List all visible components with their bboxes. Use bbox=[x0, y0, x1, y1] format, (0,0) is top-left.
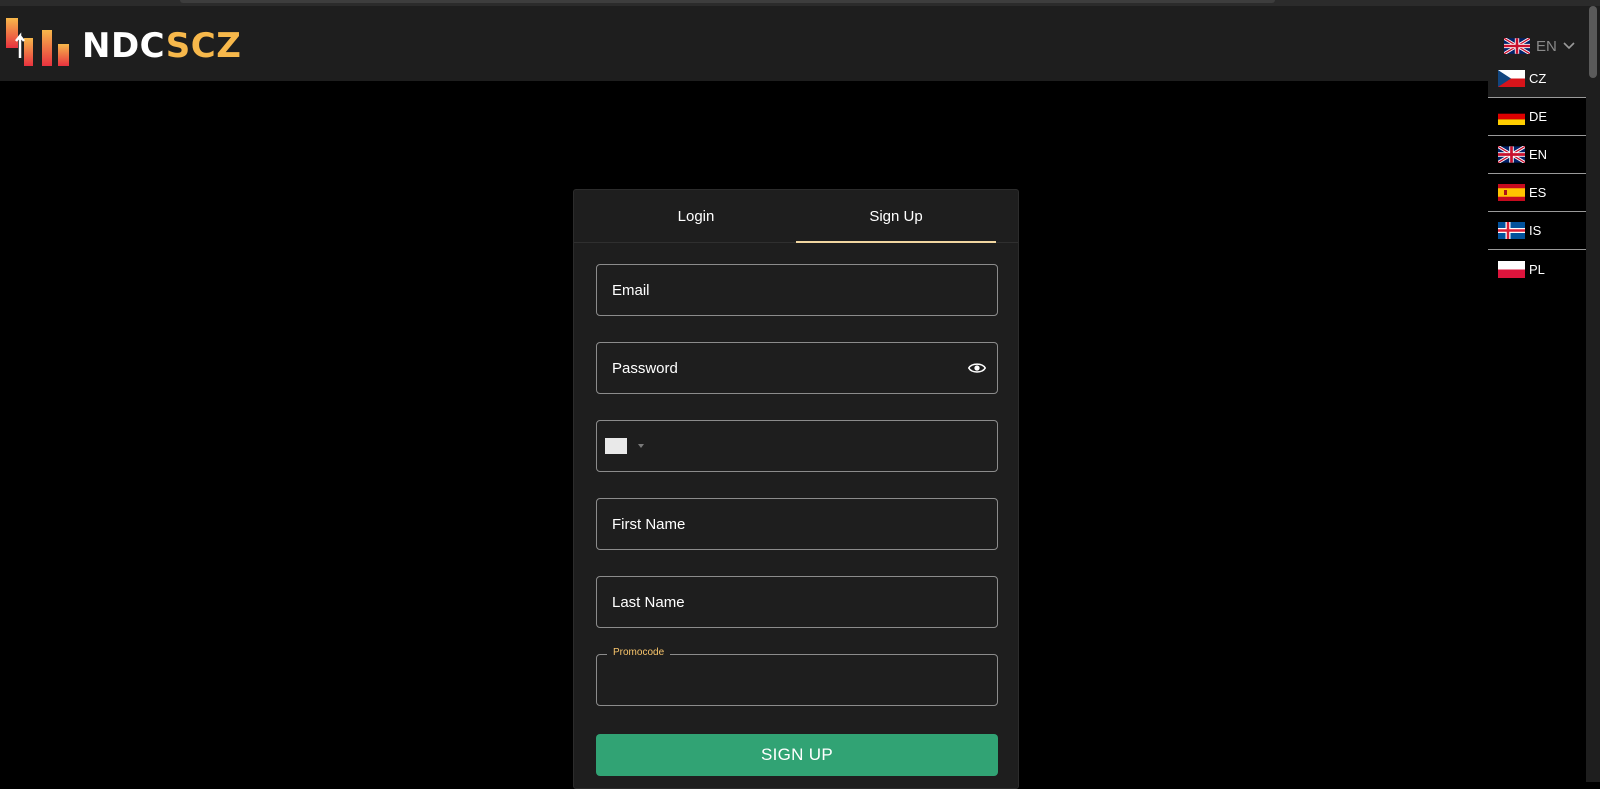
icelandic-flag-icon bbox=[1498, 222, 1525, 239]
spanish-flag-icon bbox=[1498, 184, 1525, 201]
last-name-placeholder: Last Name bbox=[612, 593, 685, 611]
tab-login-label: Login bbox=[677, 207, 715, 225]
language-option-label: ES bbox=[1529, 185, 1547, 200]
german-flag-icon bbox=[1498, 108, 1525, 125]
tab-signup[interactable]: Sign Up bbox=[796, 190, 996, 243]
language-option-es[interactable]: ES bbox=[1488, 174, 1586, 212]
phone-field[interactable] bbox=[596, 420, 998, 472]
last-name-field[interactable]: Last Name bbox=[596, 576, 998, 628]
brand-name-part2: SCZ bbox=[165, 26, 242, 66]
language-menu: CZ DE EN ES IS PL bbox=[1488, 60, 1586, 288]
language-option-label: IS bbox=[1529, 223, 1542, 238]
first-name-placeholder: First Name bbox=[612, 515, 686, 533]
country-dropdown-caret-icon[interactable] bbox=[638, 444, 644, 448]
uk-flag-icon bbox=[1498, 146, 1525, 163]
language-option-label: EN bbox=[1529, 147, 1548, 162]
language-option-pl[interactable]: PL bbox=[1488, 250, 1586, 288]
tab-login[interactable]: Login bbox=[596, 190, 796, 242]
eye-icon[interactable] bbox=[968, 360, 986, 376]
first-name-field[interactable]: First Name bbox=[596, 498, 998, 550]
language-option-label: DE bbox=[1529, 109, 1548, 124]
email-placeholder: Email bbox=[612, 281, 650, 299]
sign-up-button[interactable]: SIGN UP bbox=[596, 734, 998, 776]
email-field[interactable]: Email bbox=[596, 264, 998, 316]
logo-mark-icon bbox=[6, 18, 69, 66]
scrollbar-thumb[interactable] bbox=[1589, 6, 1597, 78]
country-flag-icon[interactable] bbox=[605, 438, 627, 454]
active-tab-indicator bbox=[796, 241, 996, 243]
promocode-label: Promocode bbox=[607, 647, 671, 658]
language-selector[interactable]: EN bbox=[1504, 34, 1575, 58]
tab-signup-label: Sign Up bbox=[869, 207, 923, 225]
language-option-label: PL bbox=[1529, 261, 1545, 277]
czech-flag-icon bbox=[1498, 70, 1525, 87]
site-header: NDCSCZ EN bbox=[0, 6, 1600, 81]
auth-tabs: Login Sign Up bbox=[574, 190, 1018, 243]
language-option-cz[interactable]: CZ bbox=[1488, 60, 1586, 98]
language-option-is[interactable]: IS bbox=[1488, 212, 1586, 250]
language-option-en[interactable]: EN bbox=[1488, 136, 1586, 174]
brand-name: NDCSCZ bbox=[82, 26, 241, 66]
language-option-de[interactable]: DE bbox=[1488, 98, 1586, 136]
language-option-label: CZ bbox=[1529, 71, 1547, 86]
sign-up-button-label: SIGN UP bbox=[760, 745, 833, 764]
polish-flag-icon bbox=[1498, 260, 1525, 278]
logo[interactable]: NDCSCZ bbox=[6, 14, 246, 72]
page-scrollbar[interactable] bbox=[1586, 6, 1600, 782]
password-field[interactable]: Password bbox=[596, 342, 998, 394]
chevron-down-icon bbox=[1563, 42, 1575, 50]
uk-flag-icon bbox=[1504, 38, 1530, 54]
promocode-field[interactable]: Promocode bbox=[596, 647, 998, 706]
password-placeholder: Password bbox=[612, 359, 678, 377]
auth-card: Login Sign Up Email Password First Name … bbox=[573, 189, 1019, 789]
current-language: EN bbox=[1536, 37, 1557, 55]
browser-tab-line bbox=[180, 0, 1275, 3]
brand-name-part1: NDC bbox=[82, 26, 166, 66]
